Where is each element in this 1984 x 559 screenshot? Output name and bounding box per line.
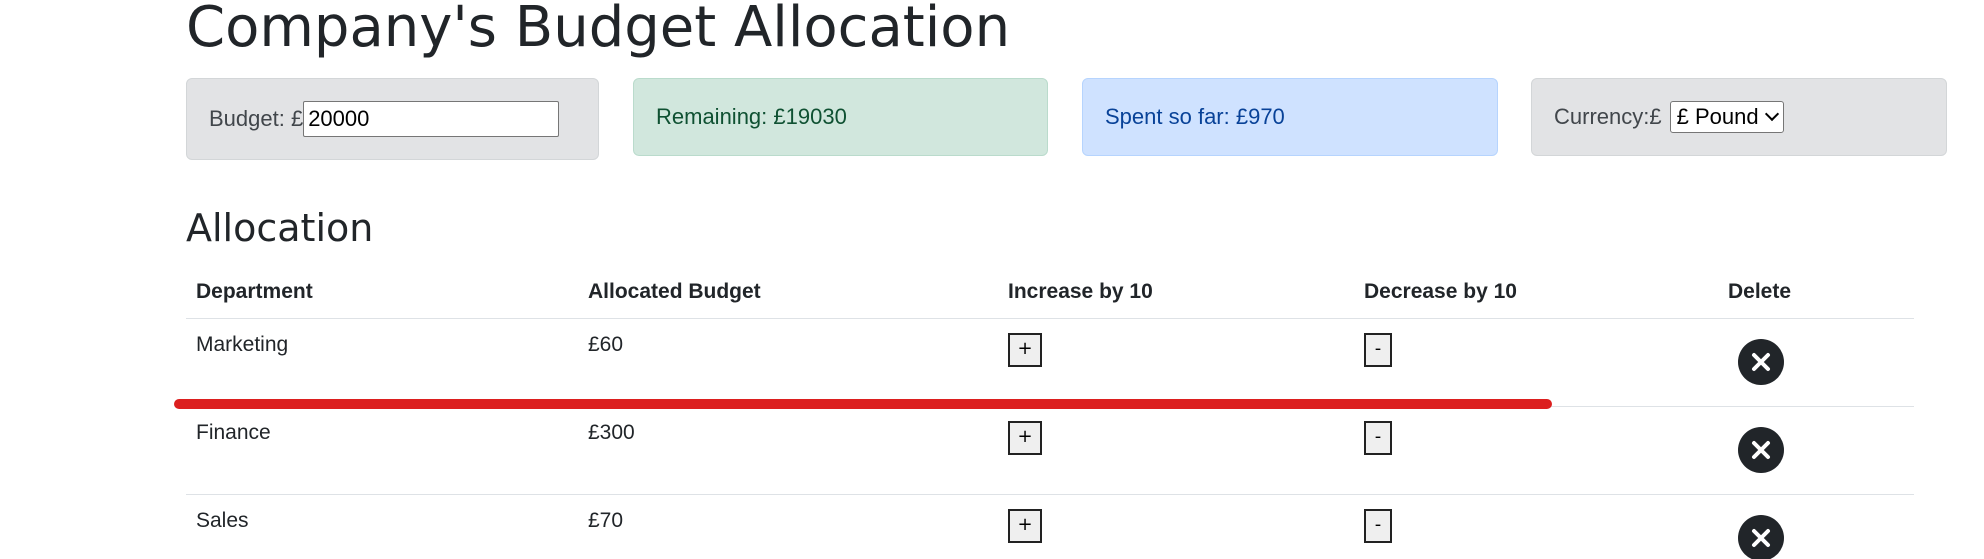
col-increase: Increase by 10	[1008, 280, 1153, 303]
currency-card: Currency:£ £ Pound	[1531, 78, 1947, 156]
remaining-card: Remaining: £19030	[633, 78, 1048, 156]
decrease-button[interactable]: -	[1364, 333, 1392, 367]
increase-button[interactable]: +	[1008, 509, 1042, 543]
allocated-budget: £60	[588, 333, 624, 356]
currency-select[interactable]: £ Pound	[1669, 101, 1784, 133]
currency-selected-value: £ Pound	[1676, 104, 1759, 129]
close-icon	[1752, 353, 1770, 371]
table-row: Marketing £60 + -	[186, 319, 1914, 407]
col-delete: Delete	[1728, 280, 1792, 303]
page: Company's Budget Allocation Budget: £ Re…	[0, 0, 1984, 559]
increase-button[interactable]: +	[1008, 421, 1042, 455]
decrease-button[interactable]: -	[1364, 509, 1392, 543]
spent-card: Spent so far: £970	[1082, 78, 1498, 156]
allocation-table: Department Allocated Budget Increase by …	[186, 270, 1914, 559]
annotation-line	[174, 399, 1552, 409]
allocated-budget: £70	[588, 509, 624, 532]
budget-label: Budget: £	[209, 106, 304, 131]
department-name: Marketing	[196, 333, 289, 356]
table-row: Finance £300 + -	[186, 407, 1914, 495]
col-department: Department	[196, 280, 313, 303]
delete-button[interactable]	[1738, 427, 1784, 473]
table-row: Sales £70 + -	[186, 495, 1914, 559]
department-name: Finance	[196, 421, 271, 444]
close-icon	[1752, 529, 1770, 547]
col-allocated-budget: Allocated Budget	[588, 280, 761, 303]
currency-label: Currency:£	[1554, 104, 1662, 129]
close-icon	[1752, 441, 1770, 459]
spent-text: Spent so far: £970	[1105, 104, 1285, 129]
department-name: Sales	[196, 509, 249, 532]
col-decrease: Decrease by 10	[1364, 280, 1517, 303]
delete-button[interactable]	[1738, 515, 1784, 559]
table-header: Department Allocated Budget Increase by …	[186, 270, 1914, 319]
delete-button[interactable]	[1738, 339, 1784, 385]
budget-input[interactable]	[303, 101, 560, 137]
decrease-button[interactable]: -	[1364, 421, 1392, 455]
increase-button[interactable]: +	[1008, 333, 1042, 367]
page-title: Company's Budget Allocation	[186, 0, 1011, 60]
remaining-text: Remaining: £19030	[656, 104, 847, 129]
allocation-title: Allocation	[186, 206, 374, 250]
chevron-down-icon	[1764, 106, 1779, 122]
budget-card: Budget: £	[186, 78, 599, 160]
allocated-budget: £300	[588, 421, 635, 444]
